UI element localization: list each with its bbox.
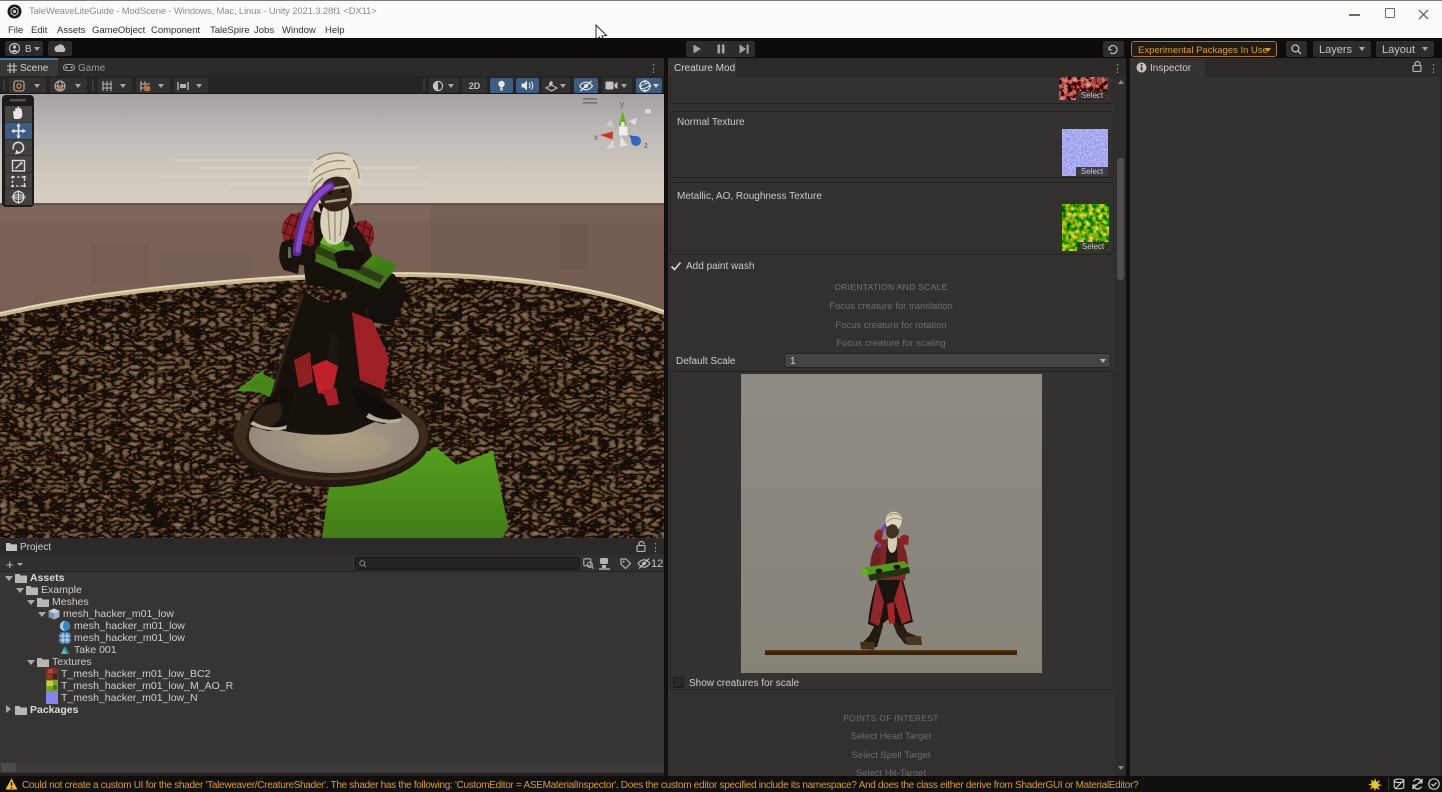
svg-text:z: z [644,141,648,150]
svg-text:x: x [594,133,598,142]
svg-text:y: y [620,100,624,109]
